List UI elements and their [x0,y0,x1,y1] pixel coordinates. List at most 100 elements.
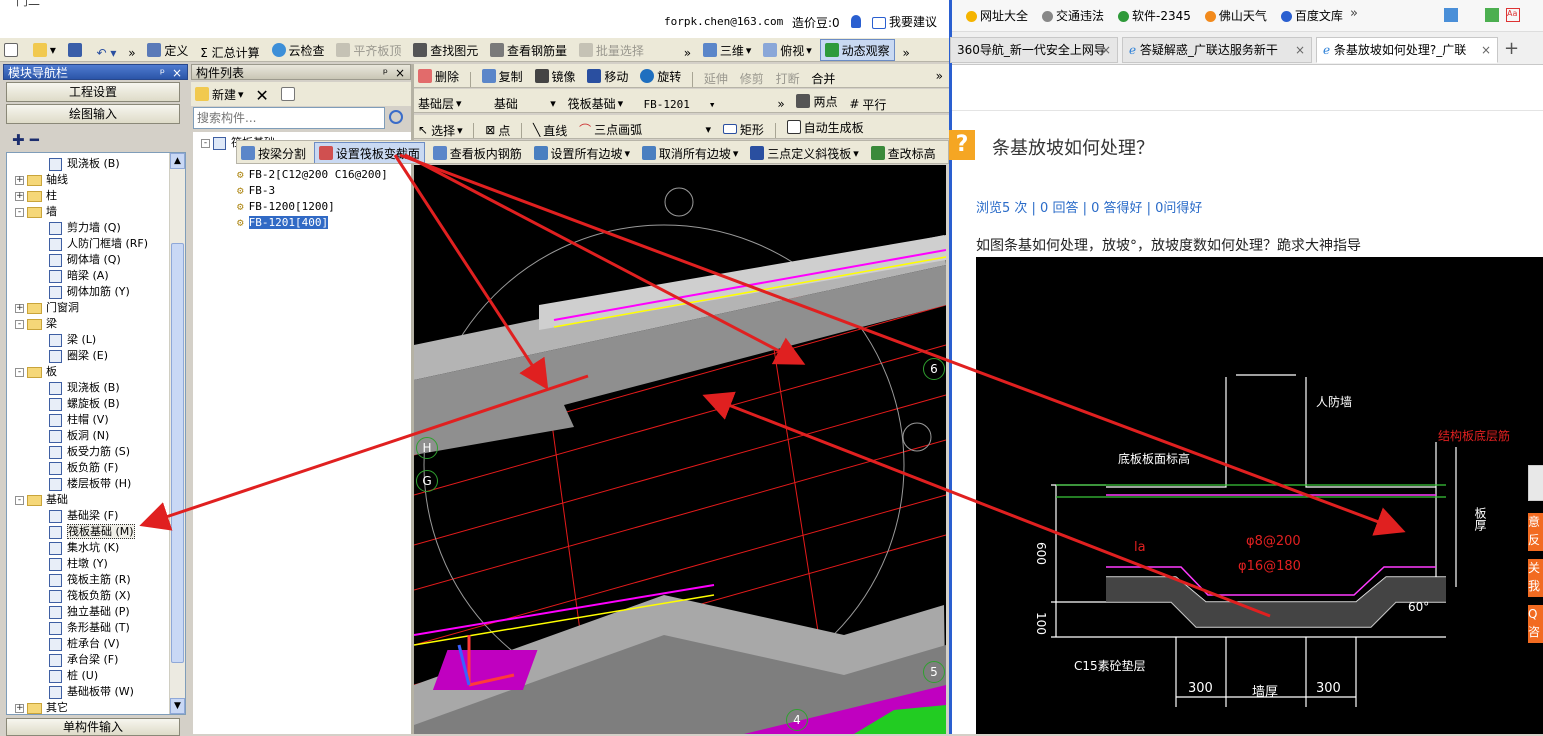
nav-tree-item[interactable]: -墙 [15,204,57,220]
open-file-button[interactable]: ▾ [29,39,60,61]
follow-button[interactable]: 关我 [1528,559,1543,597]
collapse-icon[interactable]: - [15,207,24,217]
browser-tab-1[interactable]: 360导航_新一代安全上网导 × [950,37,1118,63]
collapse-icon[interactable]: - [15,319,24,329]
nav-tree-item[interactable]: 筏板主筋 (R) [49,572,131,588]
bookmark-item[interactable]: 百度文库 [1280,9,1343,23]
break-button[interactable]: 打断 [772,68,804,88]
new-file-button[interactable] [0,39,25,61]
two-point-button[interactable]: 两点 [792,90,841,112]
browser-tab-2[interactable]: ℯ 答疑解惑_广联达服务新干 × [1122,37,1312,63]
nav-tree-item[interactable]: 板负筋 (F) [49,460,118,476]
trim-button[interactable]: 修剪 [736,68,768,88]
delete-button[interactable]: 删除 [414,65,463,87]
close-icon[interactable]: × [395,65,405,81]
nav-tree-item[interactable]: 现浇板 (B) [49,156,120,172]
nav-tree-item[interactable]: 基础板带 (W) [49,684,134,700]
scroll-thumb[interactable] [171,243,184,663]
translate-icon[interactable]: Aa [1506,8,1520,22]
bookmark-item[interactable]: 交通违法 [1042,9,1104,23]
nav-tree-item[interactable]: 砌体墙 (Q) [49,252,121,268]
nav-scrollbar[interactable]: ▲ ▼ [169,153,185,714]
consult-button[interactable]: Q咨 [1528,605,1543,643]
nav-tree-item[interactable]: 暗梁 (A) [49,268,109,284]
nav-tree-item[interactable]: 承台梁 (F) [49,652,118,668]
rectangle-button[interactable]: 矩形 [719,118,768,138]
find-element-button[interactable]: 查找图元 [409,39,482,61]
comp-list-item[interactable]: ⚙ FB-2[C12@200 C16@200] [237,167,388,183]
nav-tree-item[interactable]: 独立基础 (P) [49,604,130,620]
save-button[interactable] [64,39,89,61]
nav-tree-item[interactable]: 筏板负筋 (X) [49,588,131,604]
cancel-all-slopes-button[interactable]: 取消所有边坡 ▾ [638,142,743,163]
scroll-down-arrow[interactable]: ▼ [170,698,185,714]
view-rebar-button[interactable]: 查看钢筋量 [486,39,571,61]
move-button[interactable]: 移动 [583,65,632,87]
select-dropdown[interactable]: ↖ 选择 ▾ [414,119,467,138]
nav-tree-item[interactable]: 筏板基础 (M) [49,524,135,540]
dynamic-view-button[interactable]: 动态观察 [819,39,895,61]
define-button[interactable]: 定义 [143,39,192,61]
new-component-button[interactable]: 新建 ▾ [191,83,248,105]
merge-button[interactable]: 合并 [807,68,839,88]
close-tab-icon[interactable]: × [1295,38,1305,62]
view-top-dropdown[interactable]: 俯视 ▾ [759,39,816,61]
suggest-button[interactable]: 我要建议 [872,13,937,30]
single-component-input-button[interactable]: 单构件输入 [6,718,180,736]
close-tab-icon[interactable]: × [1481,38,1491,62]
nav-tree-item[interactable]: 楼层板带 (H) [49,476,131,492]
nav-tree-item[interactable]: 圈梁 (E) [49,348,108,364]
nav-tree-item[interactable]: -梁 [15,316,57,332]
bookmark-item[interactable]: 软件-2345 [1118,9,1191,23]
nav-tree-item[interactable]: + 其它 [15,700,68,714]
project-settings-button[interactable]: 工程设置 [6,82,180,102]
viewport-3d[interactable]: H G 6 5 4 [414,165,946,734]
split-by-beam-button[interactable]: 按梁分割 [237,142,310,163]
sum-calc-button[interactable]: Σ 汇总计算 [196,42,263,62]
comp-list-item[interactable]: ⚙ FB-1201[400] [237,215,329,231]
expand-collapse-icons[interactable]: ✚ ━ [12,131,39,149]
copy-component-button[interactable] [277,83,302,105]
nav-tree-item[interactable]: 人防门框墙 (RF) [49,236,148,252]
reading-icon[interactable] [1485,8,1499,22]
point-button[interactable]: ⊠ 点 [481,119,514,138]
nav-tree-item[interactable]: 桩 (U) [49,668,98,684]
nav-tree-item[interactable]: 梁 (L) [49,332,96,348]
expand-icon[interactable]: + [15,703,24,713]
comp-list-item[interactable]: ⚙ FB-3 [237,183,275,199]
nav-tree-item[interactable]: 条形基础 (T) [49,620,130,636]
nav-tree-item[interactable]: 螺旋板 (B) [49,396,120,412]
bookmark-item[interactable]: 网址大全 [966,9,1028,23]
nav-tree-item[interactable]: 现浇板 (B) [49,380,120,396]
view-3d-dropdown[interactable]: 三维 ▾ [699,39,756,61]
pin-icon[interactable]: ᵖ [160,65,165,81]
comp-search-input[interactable] [193,107,385,129]
expand-icon[interactable]: + [15,303,24,313]
arc-dropdown[interactable]: ⌒ 三点画弧 ▾ [575,119,715,139]
undo-button[interactable]: ↶ ▾ [93,42,121,61]
set-raft-section-button[interactable]: 设置筏板变截面 [313,142,425,163]
nav-tree-item[interactable]: 砌体加筋 (Y) [49,284,130,300]
expand-icon[interactable]: + [15,191,24,201]
nav-tree-item[interactable]: 柱墩 (Y) [49,556,108,572]
collapse-icon[interactable]: - [15,495,24,505]
nav-tree-item[interactable]: 剪力墙 (Q) [49,220,121,236]
nav-tree-item[interactable]: -板 [15,364,57,380]
nav-tree-item[interactable]: - 基础 [15,492,68,508]
layer-dropdown[interactable]: 基础层 ▾ [414,93,486,113]
set-all-slopes-button[interactable]: 设置所有边坡 ▾ [530,142,635,163]
drawing-input-button[interactable]: 绘图输入 [6,104,180,124]
close-icon[interactable]: × [172,65,182,81]
bookmark-item[interactable]: 佛山天气 [1204,9,1267,23]
line-button[interactable]: ╲ 直线 [529,119,571,138]
auto-generate-button[interactable]: 自动生成板 [783,116,868,138]
collapse-side-button[interactable] [1528,465,1543,501]
comp-list-item[interactable]: ⚙ FB-1200[1200] [237,199,335,215]
nav-tree-item[interactable]: + 轴线 [15,172,68,188]
feedback-button[interactable]: 意反 [1528,513,1543,551]
question-image[interactable]: 人防墙 底板板面标高 结构板底层筋 板厚 600 100 la φ8@200 φ… [976,257,1543,734]
collapse-icon[interactable]: - [15,367,24,377]
batch-select-button[interactable]: 批量选择 [575,39,648,61]
nav-tree-item[interactable]: 基础梁 (F) [49,508,118,524]
rotate-button[interactable]: 旋转 [636,65,685,87]
